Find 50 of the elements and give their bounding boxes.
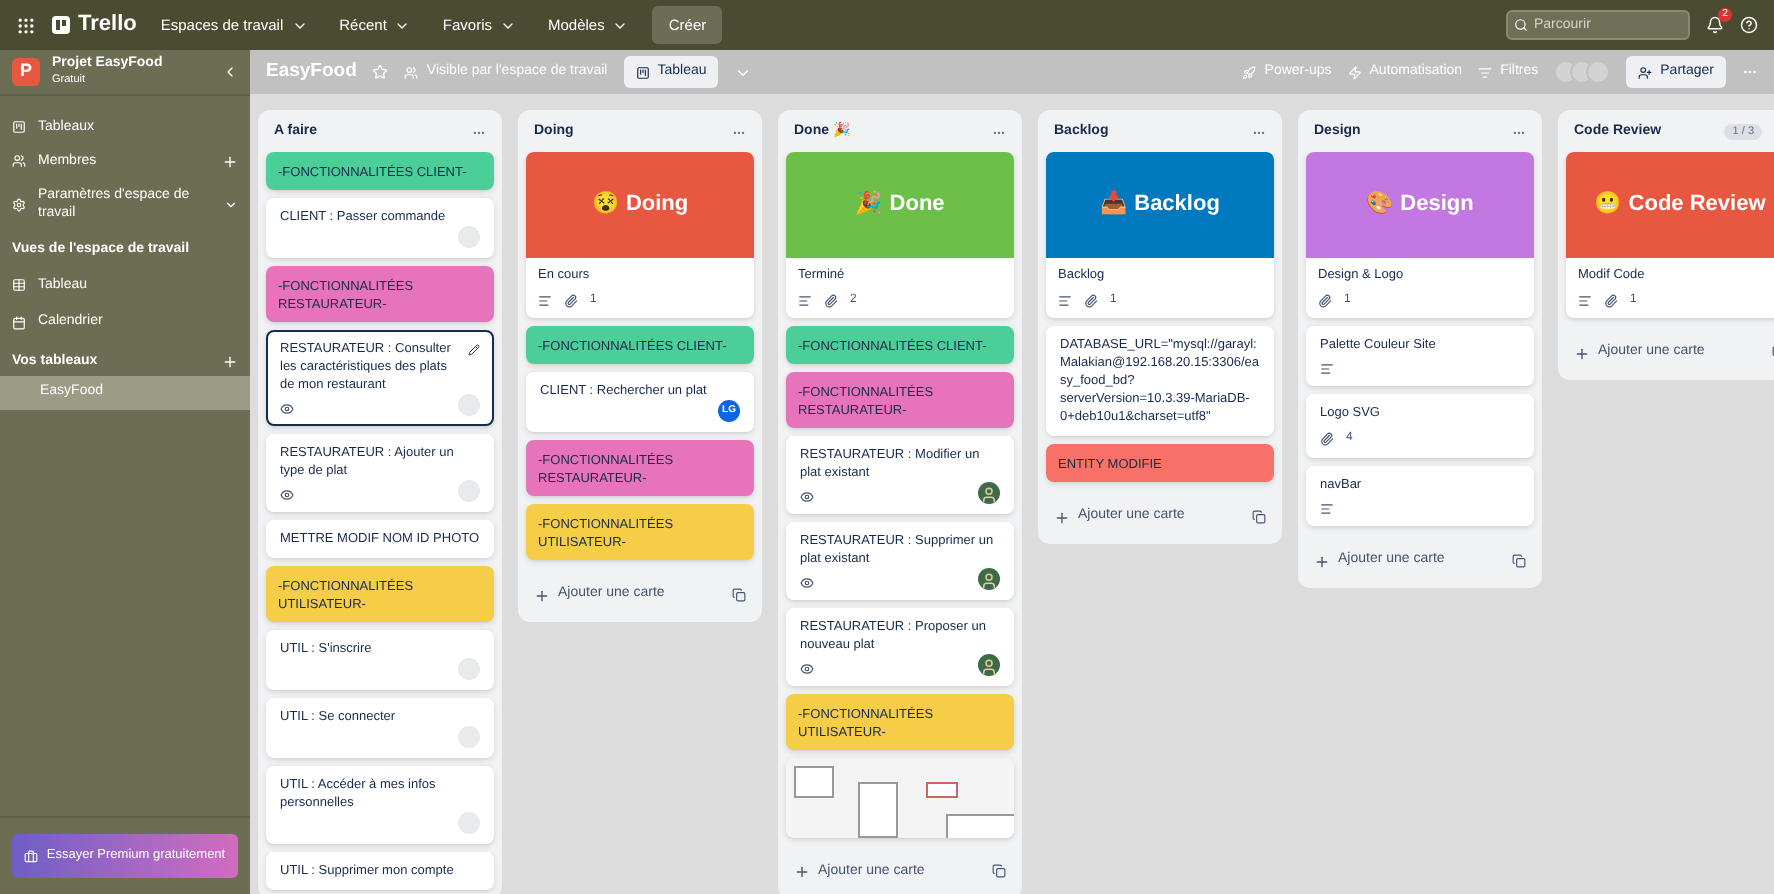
plus-icon xyxy=(534,587,550,603)
edit-icon[interactable] xyxy=(468,343,480,355)
member-avatar-icon[interactable] xyxy=(978,482,1000,505)
attachment-icon xyxy=(1084,294,1098,309)
plus-icon xyxy=(1314,553,1330,569)
board-icon xyxy=(12,120,26,134)
table-icon xyxy=(12,278,26,293)
filter-icon xyxy=(1478,65,1493,79)
add-icon[interactable] xyxy=(222,153,238,169)
app-logo[interactable]: Trello xyxy=(78,8,137,42)
collapse-icon[interactable] xyxy=(222,64,238,80)
star-icon[interactable] xyxy=(372,64,389,80)
plus-icon xyxy=(1574,345,1590,361)
add-icon[interactable] xyxy=(222,353,238,370)
members-icon xyxy=(404,65,419,79)
search-icon xyxy=(1514,18,1528,32)
board-title: EasyFood xyxy=(266,57,357,86)
app-switcher-icon[interactable] xyxy=(16,15,36,35)
chevron-icon[interactable] xyxy=(224,197,238,211)
member-avatar-icon[interactable] xyxy=(978,654,1000,677)
calendar-icon xyxy=(12,315,26,330)
notification-icon[interactable] xyxy=(1706,16,1724,34)
template-icon[interactable] xyxy=(732,588,746,602)
attachment-icon xyxy=(1318,294,1332,309)
logo-icon xyxy=(52,16,70,34)
member-avatar-icon[interactable] xyxy=(978,568,1000,591)
attachment-icon xyxy=(564,294,578,309)
card-cover: 🎉 Done xyxy=(786,151,1014,257)
template-icon[interactable] xyxy=(1512,554,1526,568)
attachment-icon xyxy=(1604,294,1618,309)
gear-icon xyxy=(12,197,26,211)
lightning-icon xyxy=(1347,65,1362,79)
attachment-icon xyxy=(1320,432,1334,447)
template-icon[interactable] xyxy=(992,864,1006,879)
help-icon[interactable] xyxy=(1740,16,1758,34)
add-user-icon xyxy=(1638,65,1653,79)
workspace-logo: P xyxy=(12,58,40,86)
card-cover: 📥 Backlog xyxy=(1046,151,1274,257)
rocket-icon xyxy=(1242,65,1257,79)
template-icon[interactable] xyxy=(1252,510,1266,524)
diagram-thumbnail[interactable] xyxy=(786,758,1014,839)
attachment-icon xyxy=(824,294,838,309)
members-icon xyxy=(12,154,26,168)
board-icon xyxy=(635,65,650,79)
plus-icon xyxy=(794,863,810,880)
plus-icon xyxy=(1054,509,1070,525)
briefcase-icon xyxy=(24,849,38,863)
card-cover: 😵 Doing xyxy=(526,151,754,257)
card-cover: 🎨 Design xyxy=(1306,151,1534,257)
card-cover: 😬 Code Review xyxy=(1566,151,1774,257)
